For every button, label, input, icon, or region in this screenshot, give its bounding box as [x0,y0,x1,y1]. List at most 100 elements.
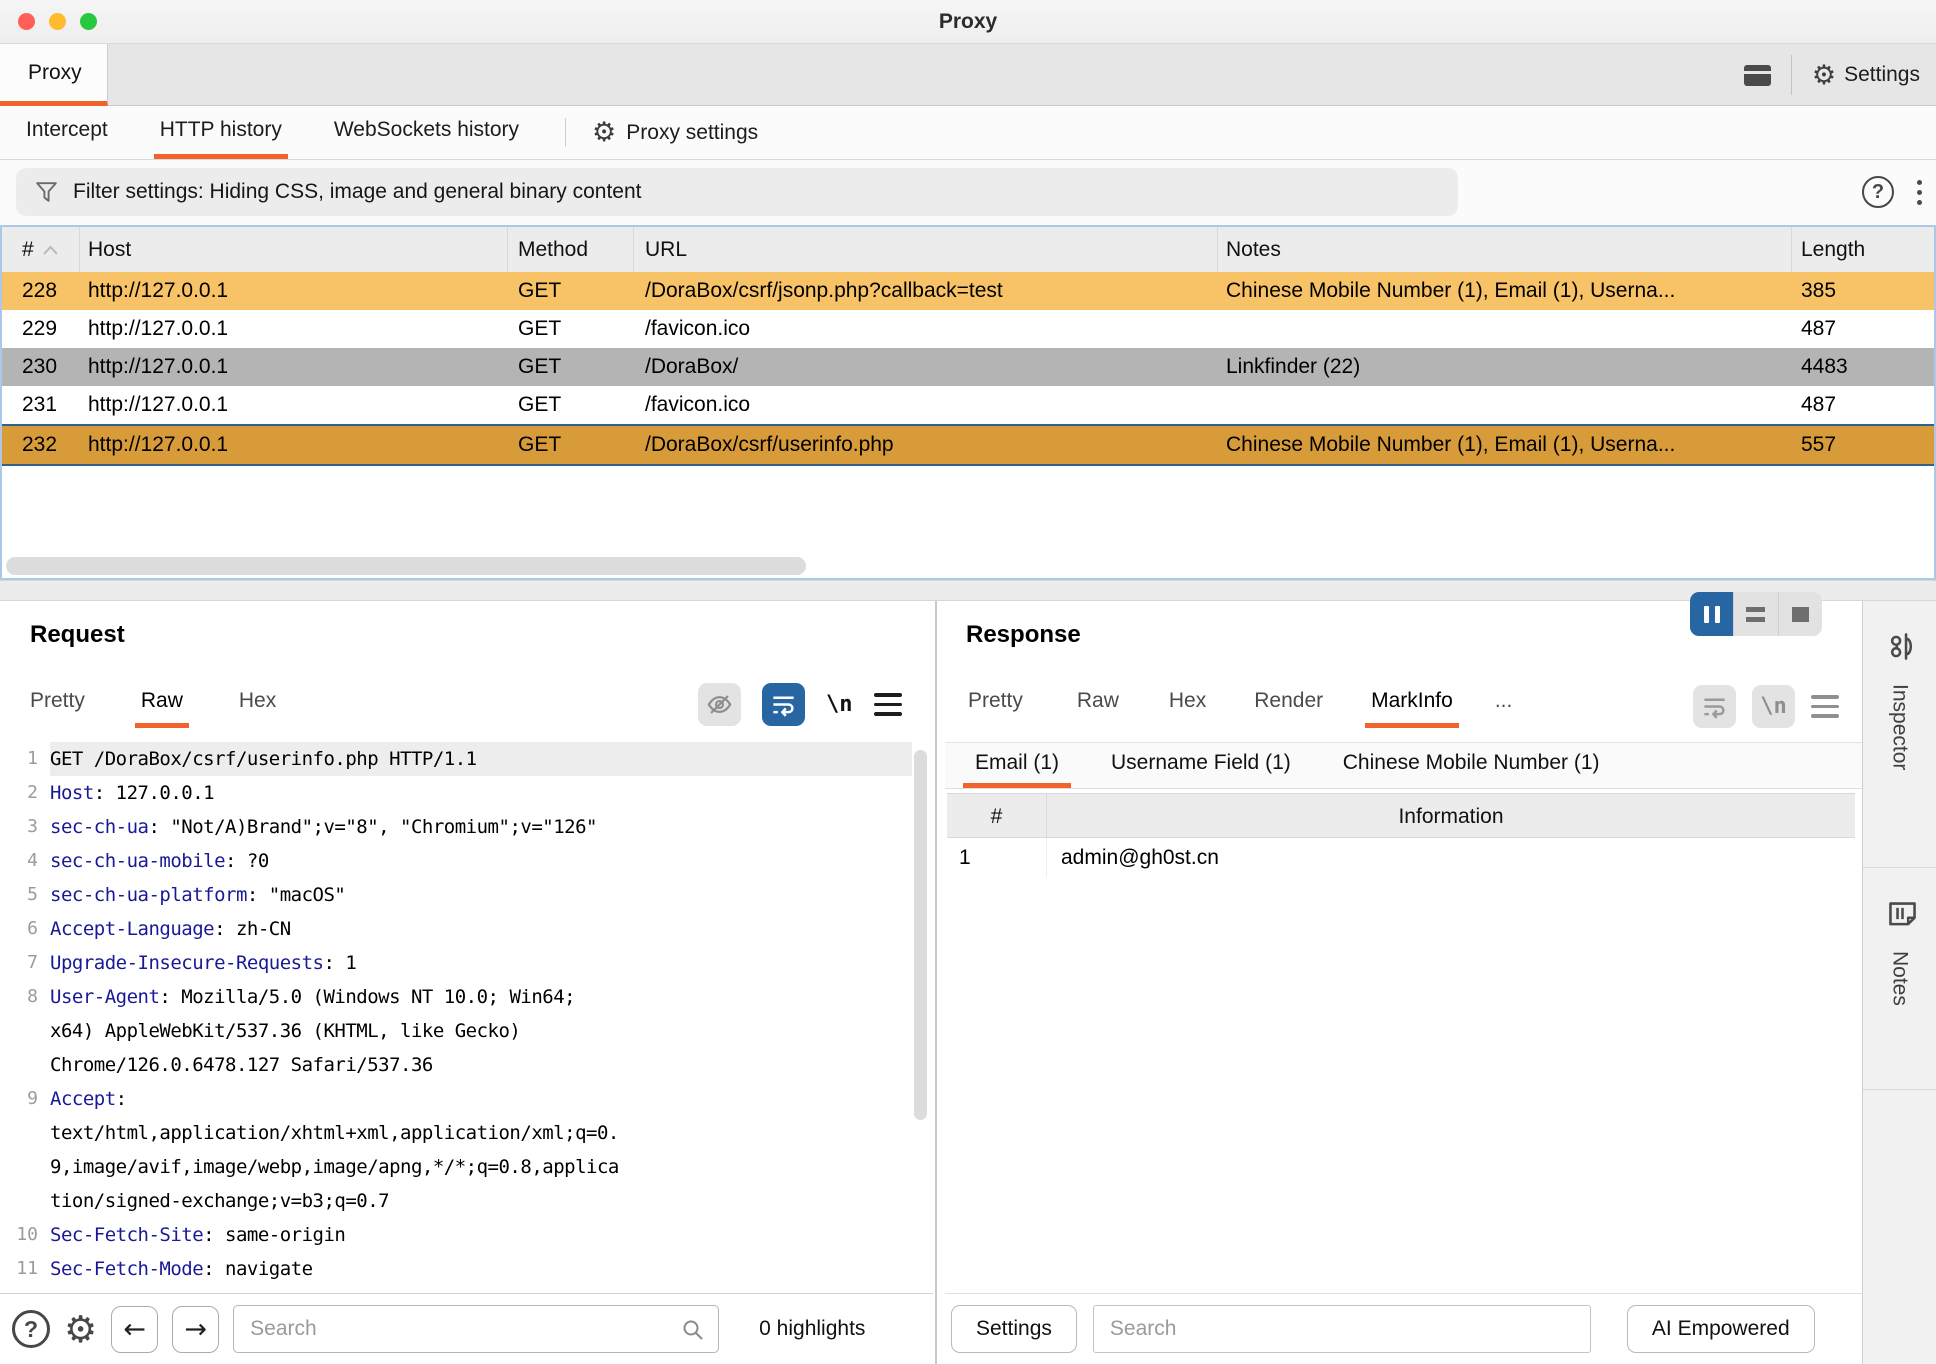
request-line[interactable]: 7Upgrade-Insecure-Requests: 1 [0,946,912,980]
request-line[interactable]: 3sec-ch-ua: "Not/A)Brand";v="8", "Chromi… [0,810,912,844]
markinfo-tab-chinese-mobile-number[interactable]: Chinese Mobile Number (1) [1331,743,1612,788]
show-newlines-icon[interactable]: \n [1752,685,1795,728]
rows-layout-icon [1746,607,1765,622]
cell: 557 [1792,426,1934,464]
markinfo-settings-button[interactable]: Settings [951,1305,1077,1353]
request-line[interactable]: 8User-Agent: Mozilla/5.0 (Windows NT 10.… [0,980,912,1014]
request-tab-pretty[interactable]: Pretty [24,689,91,728]
history-row-232[interactable]: 232http://127.0.0.1GET/DoraBox/csrf/user… [2,424,1934,466]
line-number [0,1116,50,1150]
layout-single-button[interactable] [1779,592,1822,636]
markinfo-row[interactable]: 1 admin@gh0st.cn [947,838,1855,878]
cell: http://127.0.0.1 [80,310,508,348]
help-icon[interactable]: ? [12,1310,50,1348]
history-row-228[interactable]: 228http://127.0.0.1GET/DoraBox/csrf/json… [2,272,1934,310]
more-options-icon[interactable] [1911,178,1928,207]
response-tab-raw[interactable]: Raw [1071,689,1125,728]
response-search-input[interactable] [1093,1305,1591,1353]
horizontal-scrollbar[interactable] [6,557,806,575]
cell: /favicon.ico [634,310,1218,348]
wrap-lines-icon[interactable] [762,683,805,726]
request-search-input[interactable] [233,1305,719,1353]
tab-intercept[interactable]: Intercept [20,106,114,159]
filter-settings-field[interactable]: Filter settings: Hiding CSS, image and g… [16,168,1458,216]
markinfo-tab-username-field[interactable]: Username Field (1) [1099,743,1303,788]
request-line[interactable]: 9Accept: [0,1082,912,1116]
response-tab-overflow[interactable]: ... [1489,689,1519,728]
layout-columns-button[interactable] [1690,592,1734,636]
markinfo-column-number[interactable]: # [947,794,1047,837]
cell: http://127.0.0.1 [80,272,508,310]
table-body: 228http://127.0.0.1GET/DoraBox/csrf/json… [2,272,1934,466]
request-line[interactable]: 4sec-ch-ua-mobile: ?0 [0,844,912,878]
divider [565,118,566,147]
request-editor-tabs: Pretty Raw Hex [24,689,326,728]
request-line[interactable]: tion/signed-exchange;v=b3;q=0.7 [0,1184,912,1218]
next-match-button[interactable]: → [172,1306,219,1353]
markinfo-column-information[interactable]: Information [1047,794,1855,837]
inspector-detective-icon [1880,630,1919,664]
request-line[interactable]: 6Accept-Language: zh-CN [0,912,912,946]
request-tab-hex[interactable]: Hex [233,689,282,728]
cell: GET [508,272,634,310]
request-tab-raw[interactable]: Raw [135,689,189,728]
layout-icon[interactable] [1744,65,1771,86]
ai-empowered-button[interactable]: AI Empowered [1627,1305,1815,1353]
response-tab-render[interactable]: Render [1248,689,1329,728]
response-search [1093,1305,1591,1353]
request-line[interactable]: 10Sec-Fetch-Site: same-origin [0,1218,912,1252]
sidebar-tab-notes[interactable]: Notes [1863,868,1936,1090]
request-line[interactable]: 5sec-ch-ua-platform: "macOS" [0,878,912,912]
request-line[interactable]: 2Host: 127.0.0.1 [0,776,912,810]
column-header-notes[interactable]: Notes [1218,227,1792,272]
layout-rows-button[interactable] [1734,592,1778,636]
editor-menu-icon[interactable] [1811,695,1839,718]
request-line[interactable]: text/html,application/xhtml+xml,applicat… [0,1116,912,1150]
request-editor[interactable]: 1GET /DoraBox/csrf/userinfo.php HTTP/1.1… [0,742,912,1364]
previous-match-button[interactable]: ← [111,1306,158,1353]
gear-icon: ⚙ [592,119,616,146]
cell: Chinese Mobile Number (1), Email (1), Us… [1218,272,1792,310]
column-header-host[interactable]: Host [80,227,508,272]
history-row-230[interactable]: 230http://127.0.0.1GET/DoraBox/Linkfinde… [2,348,1934,386]
tab-http-history[interactable]: HTTP history [154,106,288,159]
markinfo-row-information: admin@gh0st.cn [1047,838,1855,878]
request-editor-scrollbar[interactable] [914,750,927,1120]
tab-websockets-history[interactable]: WebSockets history [328,106,525,159]
line-content: GET /DoraBox/csrf/userinfo.php HTTP/1.1 [50,742,912,776]
cell: http://127.0.0.1 [80,386,508,424]
column-header-method[interactable]: Method [508,227,634,272]
pane-splitter[interactable] [0,580,1936,601]
markinfo-tab-email[interactable]: Email (1) [963,743,1071,788]
column-header-number[interactable]: # [2,227,80,272]
proxy-settings-button[interactable]: ⚙ Proxy settings [592,106,758,159]
show-newlines-icon[interactable]: \n [826,692,853,717]
editor-menu-icon[interactable] [874,693,902,716]
request-line[interactable]: Chrome/126.0.6478.127 Safari/537.36 [0,1048,912,1082]
wrap-lines-icon[interactable] [1693,685,1736,728]
history-row-231[interactable]: 231http://127.0.0.1GET/favicon.ico487 [2,386,1934,424]
line-number: 4 [0,844,50,878]
history-row-229[interactable]: 229http://127.0.0.1GET/favicon.ico487 [2,310,1934,348]
cell: GET [508,386,634,424]
help-icon[interactable]: ? [1862,176,1894,208]
line-number [0,1150,50,1184]
request-line[interactable]: 9,image/avif,image/webp,image/apng,*/*;q… [0,1150,912,1184]
request-line[interactable]: x64) AppleWebKit/537.36 (KHTML, like Gec… [0,1014,912,1048]
column-header-length[interactable]: Length [1792,227,1934,272]
request-response-divider[interactable] [935,601,937,1364]
hide-highlights-icon[interactable] [698,683,741,726]
response-tab-markinfo[interactable]: MarkInfo [1365,689,1459,728]
line-content: sec-ch-ua-mobile: ?0 [50,844,912,878]
eye-slash-icon [706,691,733,718]
search-settings-gear-icon[interactable]: ⚙ [64,1311,97,1348]
response-tab-pretty[interactable]: Pretty [962,689,1029,728]
request-line[interactable]: 11Sec-Fetch-Mode: navigate [0,1252,912,1286]
line-content: Sec-Fetch-Mode: navigate [50,1252,912,1286]
column-header-url[interactable]: URL [634,227,1218,272]
sidebar-tab-inspector[interactable]: Inspector [1863,601,1936,868]
settings-button[interactable]: ⚙ Settings [1812,62,1920,89]
response-tab-hex[interactable]: Hex [1163,689,1212,728]
request-line[interactable]: 1GET /DoraBox/csrf/userinfo.php HTTP/1.1 [0,742,912,776]
tab-proxy[interactable]: Proxy [0,44,108,106]
